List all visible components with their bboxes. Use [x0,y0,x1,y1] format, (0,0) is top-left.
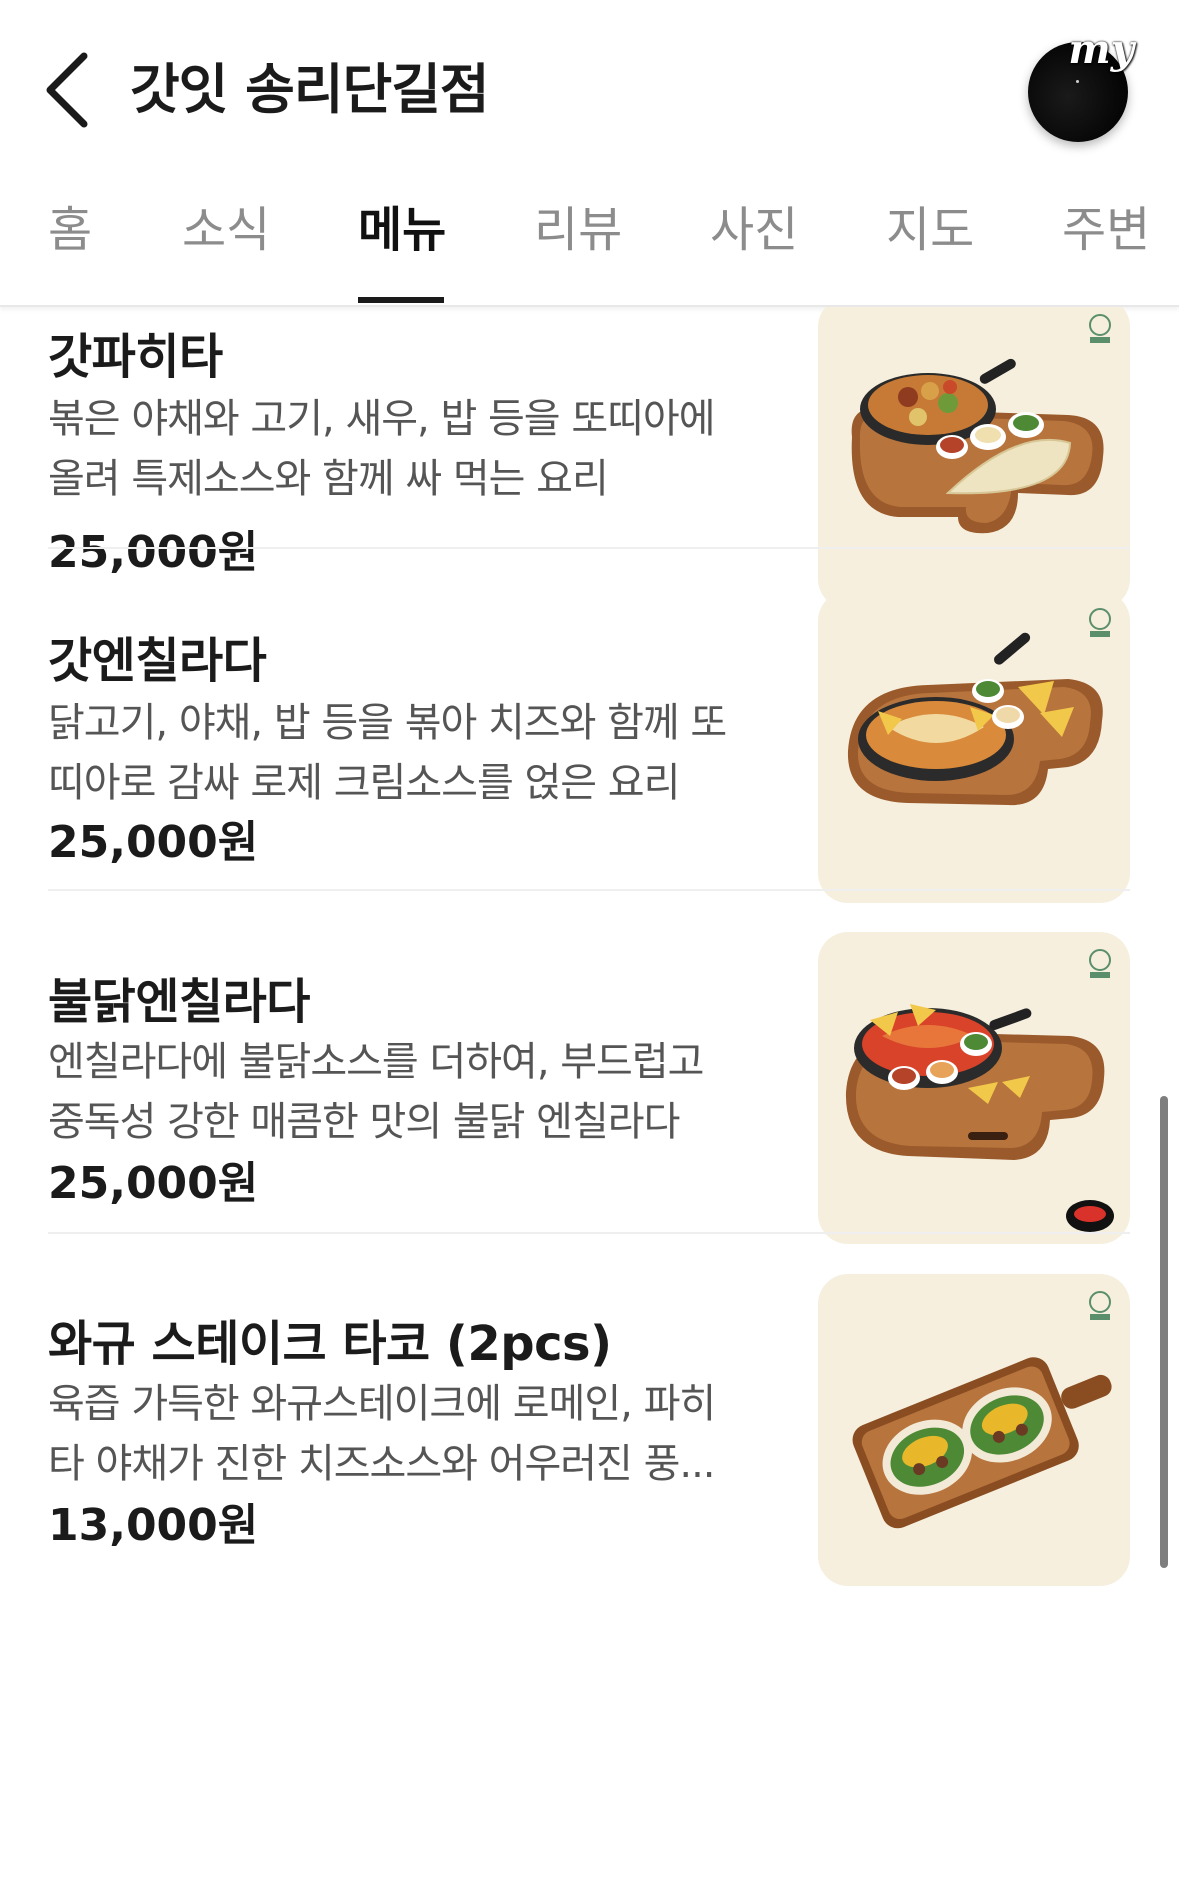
menu-item-photo [818,307,1130,609]
brand-logo-icon [1089,608,1111,637]
tab-bar: 홈 소식 메뉴 리뷰 사진 지도 주변 [0,190,1179,307]
menu-item-photo [818,591,1130,903]
buldak-brand-icon [1066,1200,1114,1232]
menu-item-description: 볶은 야채와 고기, 새우, 밥 등을 또띠아에 올려 특제소스와 함께 싸 먹… [48,396,716,502]
top-bar: 갓잇 송리단길점 my [0,0,1179,180]
menu-item-description: 엔칠라다에 불닭소스를 더하여, 부드럽고 중독성 강한 매콤한 맛의 불닭 엔… [48,1039,704,1145]
divider [48,1232,1130,1234]
menu-item-name: 갓엔칠라다 [48,633,267,689]
brand-logo-icon [1089,949,1111,978]
menu-item-price: 25,000원 [48,527,259,578]
menu-item-name: 와규 스테이크 타코 (2pcs) [48,1316,612,1372]
tab-home[interactable]: 홈 [48,190,92,305]
divider [48,547,1130,549]
menu-item-description: 닭고기, 야채, 밥 등을 볶아 치즈와 함께 또 띠아로 감싸 로제 크림소스… [48,700,727,806]
menu-item-price: 13,000원 [48,1500,259,1551]
my-profile-button[interactable]: my [1028,28,1134,142]
brand-logo-icon [1089,314,1111,343]
active-tab-indicator [358,297,444,303]
my-label: my [1068,26,1134,73]
menu-item[interactable]: 와규 스테이크 타코 (2pcs) 육즙 가득한 와규스테이크에 로메인, 파히… [0,1274,1179,1684]
tab-reviews[interactable]: 리뷰 [534,190,622,305]
menu-list: 갓파히타 볶은 야채와 고기, 새우, 밥 등을 또띠아에 올려 특제소스와 함… [0,307,1179,1882]
tab-map[interactable]: 지도 [886,190,974,305]
back-button[interactable] [40,50,104,130]
divider [48,889,1130,891]
chevron-left-icon [46,52,88,128]
scrollbar[interactable] [1160,1096,1168,1568]
menu-item-photo [818,932,1130,1244]
menu-item-name: 갓파히타 [48,329,223,385]
tab-photos[interactable]: 사진 [710,190,798,305]
menu-item-description: 육즙 가득한 와규스테이크에 로메인, 파히 타 야채가 진한 치즈소스와 어우… [48,1381,716,1487]
tab-news[interactable]: 소식 [182,190,270,305]
brand-logo-icon [1089,1291,1111,1320]
menu-item-price: 25,000원 [48,817,259,868]
menu-item-price: 25,000원 [48,1158,259,1209]
menu-item-name: 불닭엔칠라다 [48,974,310,1030]
avatar [1076,80,1079,83]
tab-nearby[interactable]: 주변 [1062,190,1150,305]
menu-item-photo [818,1274,1130,1586]
page-title: 갓잇 송리단길점 [130,58,490,121]
tab-menu[interactable]: 메뉴 [358,190,446,305]
